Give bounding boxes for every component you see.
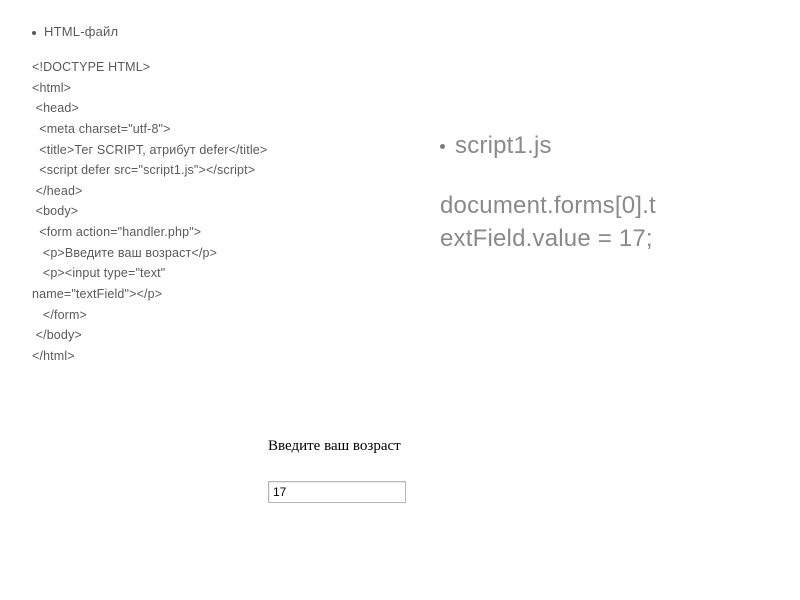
js-code-line: extField.value = 17; bbox=[440, 223, 780, 255]
code-line: <head> bbox=[32, 101, 79, 115]
rendered-label: Введите ваш возраст bbox=[268, 438, 528, 455]
rendered-text-input[interactable]: 17 bbox=[268, 481, 406, 503]
left-column: HTML-файл <!DOCTYPE HTML> <html> <head> … bbox=[32, 24, 412, 366]
slide: HTML-файл <!DOCTYPE HTML> <html> <head> … bbox=[0, 0, 800, 600]
code-line: <p>Введите ваш возраст</p> bbox=[32, 246, 217, 260]
right-bullet-label: script1.js bbox=[455, 130, 552, 162]
code-line: <meta charset="utf-8"> bbox=[32, 122, 171, 136]
code-line: <body> bbox=[32, 204, 78, 218]
right-bullet-row: script1.js bbox=[440, 130, 780, 162]
code-line: name="textField"></p> bbox=[32, 287, 162, 301]
code-line: </html> bbox=[32, 349, 75, 363]
bullet-dot-icon bbox=[32, 31, 36, 35]
code-line: </head> bbox=[32, 184, 83, 198]
code-line: <html> bbox=[32, 81, 71, 95]
rendered-output: Введите ваш возраст 17 bbox=[268, 438, 528, 503]
left-bullet-label: HTML-файл bbox=[44, 24, 118, 39]
left-bullet-row: HTML-файл bbox=[32, 24, 412, 39]
html-code-block: <!DOCTYPE HTML> <html> <head> <meta char… bbox=[32, 57, 412, 366]
js-code-line: document.forms[0].t bbox=[440, 190, 780, 222]
code-line: <form action="handler.php"> bbox=[32, 225, 201, 239]
code-line: <!DOCTYPE HTML> bbox=[32, 60, 150, 74]
right-column: script1.js document.forms[0].t extField.… bbox=[440, 130, 780, 255]
js-code-block: document.forms[0].t extField.value = 17; bbox=[440, 190, 780, 255]
bullet-dot-icon bbox=[440, 144, 445, 149]
code-line: </body> bbox=[32, 328, 82, 342]
code-line: <p><input type="text" bbox=[32, 266, 165, 280]
code-line: </form> bbox=[32, 308, 87, 322]
code-line: <title>Тег SCRIPT, атрибут defer</title> bbox=[32, 143, 267, 157]
code-line: <script defer src="script1.js"></script> bbox=[32, 163, 255, 177]
